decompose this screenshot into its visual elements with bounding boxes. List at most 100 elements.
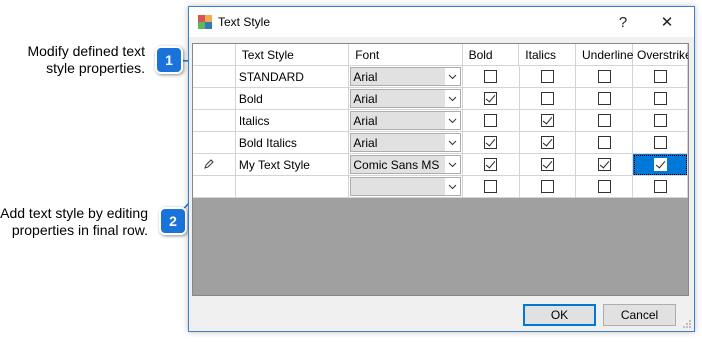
bold-cell[interactable] xyxy=(462,88,520,110)
callout-1-text: Modify defined text style properties. xyxy=(10,43,145,77)
row-selector[interactable] xyxy=(193,154,236,176)
font-dropdown[interactable]: Arial xyxy=(350,89,461,108)
header-overstrike[interactable]: Overstrike xyxy=(633,44,688,66)
header-bold[interactable]: Bold xyxy=(462,44,520,66)
underline-cell[interactable] xyxy=(576,88,634,110)
resize-grip-icon[interactable] xyxy=(682,319,692,329)
font-cell[interactable]: Comic Sans MS xyxy=(349,154,463,176)
text-style-name-cell[interactable]: STANDARD xyxy=(235,66,350,88)
header-underline[interactable]: Underline xyxy=(576,44,633,66)
overstrike-checkbox[interactable] xyxy=(653,136,667,149)
italics-checkbox[interactable] xyxy=(541,136,555,149)
overstrike-checkbox[interactable] xyxy=(653,70,667,83)
underline-cell[interactable] xyxy=(576,154,634,176)
underline-cell[interactable] xyxy=(576,110,634,132)
ok-button[interactable]: OK xyxy=(523,304,596,326)
table-row[interactable]: Bold Italics Arial xyxy=(193,132,688,154)
italics-checkbox[interactable] xyxy=(541,92,555,105)
italics-checkbox[interactable] xyxy=(541,70,555,83)
underline-cell[interactable] xyxy=(576,132,634,154)
font-cell[interactable]: Arial xyxy=(349,66,463,88)
font-dropdown-value: Comic Sans MS xyxy=(353,157,440,172)
bold-checkbox[interactable] xyxy=(484,92,498,105)
underline-checkbox[interactable] xyxy=(597,92,611,105)
bold-checkbox[interactable] xyxy=(484,70,498,83)
help-button[interactable]: ? xyxy=(601,7,645,37)
font-dropdown[interactable] xyxy=(350,177,461,196)
text-style-name-cell[interactable]: Bold Italics xyxy=(235,132,350,154)
underline-checkbox[interactable] xyxy=(597,70,611,83)
italics-cell[interactable] xyxy=(519,66,577,88)
row-selector[interactable] xyxy=(193,132,236,154)
close-button[interactable]: ✕ xyxy=(645,7,689,37)
italics-checkbox[interactable] xyxy=(541,158,555,171)
font-dropdown[interactable]: Arial xyxy=(350,111,461,130)
overstrike-checkbox[interactable] xyxy=(653,158,667,171)
header-italics[interactable]: Italics xyxy=(519,44,577,66)
bold-checkbox[interactable] xyxy=(484,136,498,149)
header-font[interactable]: Font xyxy=(349,44,463,66)
italics-checkbox[interactable] xyxy=(541,180,555,193)
italics-cell[interactable] xyxy=(519,110,577,132)
underline-checkbox[interactable] xyxy=(597,114,611,127)
overstrike-checkbox[interactable] xyxy=(653,180,667,193)
underline-checkbox[interactable] xyxy=(597,158,611,171)
row-selector[interactable] xyxy=(193,88,236,110)
bold-cell[interactable] xyxy=(462,154,520,176)
row-selector[interactable] xyxy=(193,66,236,88)
underline-cell[interactable] xyxy=(576,176,634,198)
text-style-grid: Text Style Font Bold Italics Underline O… xyxy=(192,43,689,296)
callout-1-line1: Modify defined text xyxy=(27,43,145,59)
table-row[interactable] xyxy=(193,176,688,198)
text-style-name-cell[interactable]: My Text Style xyxy=(235,154,350,176)
table-row[interactable]: Bold Arial xyxy=(193,88,688,110)
bold-cell[interactable] xyxy=(462,132,520,154)
bold-checkbox[interactable] xyxy=(484,158,498,171)
chevron-down-icon[interactable] xyxy=(443,90,460,107)
italics-cell[interactable] xyxy=(519,88,577,110)
italics-checkbox[interactable] xyxy=(541,114,555,127)
underline-cell[interactable] xyxy=(576,66,634,88)
table-row[interactable]: STANDARD Arial xyxy=(193,66,688,88)
bold-cell[interactable] xyxy=(462,110,520,132)
overstrike-cell-selected[interactable] xyxy=(633,154,688,176)
table-row[interactable]: Italics Arial xyxy=(193,110,688,132)
underline-checkbox[interactable] xyxy=(597,180,611,193)
bold-cell[interactable] xyxy=(462,176,520,198)
overstrike-cell[interactable] xyxy=(633,132,688,154)
overstrike-cell[interactable] xyxy=(633,110,688,132)
bold-cell[interactable] xyxy=(462,66,520,88)
table-row[interactable]: My Text Style Comic Sans MS xyxy=(193,154,688,176)
header-text-style[interactable]: Text Style xyxy=(235,44,350,66)
overstrike-cell[interactable] xyxy=(633,88,688,110)
chevron-down-icon[interactable] xyxy=(443,68,460,85)
font-cell[interactable]: Arial xyxy=(349,132,463,154)
overstrike-cell[interactable] xyxy=(633,176,688,198)
bold-checkbox[interactable] xyxy=(484,114,498,127)
font-dropdown[interactable]: Comic Sans MS xyxy=(350,155,461,174)
overstrike-cell[interactable] xyxy=(633,66,688,88)
italics-cell[interactable] xyxy=(519,132,577,154)
overstrike-checkbox[interactable] xyxy=(653,114,667,127)
font-cell[interactable]: Arial xyxy=(349,88,463,110)
font-cell[interactable]: Arial xyxy=(349,110,463,132)
callout-1-badge: 1 xyxy=(155,46,183,74)
text-style-name-cell[interactable]: Italics xyxy=(235,110,350,132)
font-dropdown[interactable]: Arial xyxy=(350,67,461,86)
cancel-button[interactable]: Cancel xyxy=(603,304,676,326)
row-selector[interactable] xyxy=(193,110,236,132)
chevron-down-icon[interactable] xyxy=(443,134,460,151)
text-style-name-cell[interactable]: Bold xyxy=(235,88,350,110)
chevron-down-icon[interactable] xyxy=(443,112,460,129)
chevron-down-icon[interactable] xyxy=(443,156,460,173)
underline-checkbox[interactable] xyxy=(597,136,611,149)
italics-cell[interactable] xyxy=(519,176,577,198)
overstrike-checkbox[interactable] xyxy=(653,92,667,105)
chevron-down-icon[interactable] xyxy=(443,178,460,195)
text-style-name-cell[interactable] xyxy=(235,176,350,198)
bold-checkbox[interactable] xyxy=(484,180,498,193)
font-dropdown[interactable]: Arial xyxy=(350,133,461,152)
font-cell[interactable] xyxy=(349,176,463,198)
row-selector[interactable] xyxy=(193,176,236,198)
italics-cell[interactable] xyxy=(519,154,577,176)
